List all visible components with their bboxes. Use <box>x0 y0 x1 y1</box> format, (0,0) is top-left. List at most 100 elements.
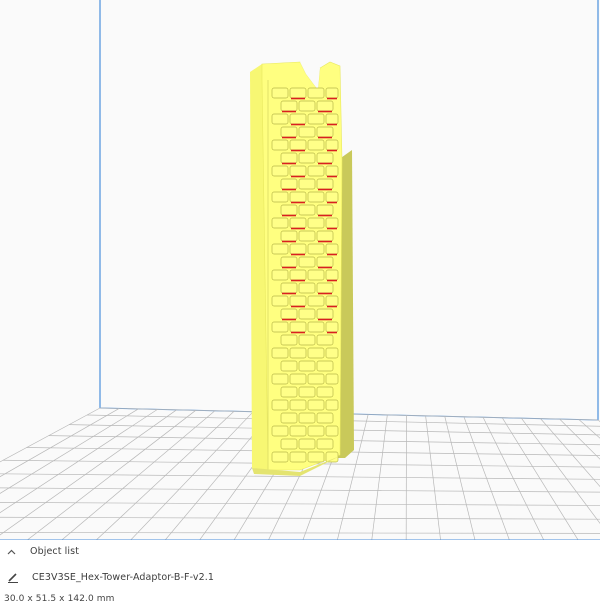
brick <box>316 100 334 112</box>
brick <box>298 152 316 164</box>
brick <box>316 256 334 268</box>
brick <box>289 165 307 177</box>
brick <box>289 295 307 307</box>
grid-line <box>425 415 442 545</box>
object-list-label: Object list <box>30 546 80 557</box>
grid-line <box>482 417 547 545</box>
brick <box>271 87 289 99</box>
pencil-icon[interactable] <box>6 570 20 584</box>
grid-line <box>578 419 600 439</box>
chevron-up-icon[interactable] <box>6 547 16 557</box>
brick <box>271 399 289 411</box>
brick <box>289 451 307 463</box>
brick <box>298 334 316 346</box>
brick <box>325 139 339 151</box>
brick <box>325 347 339 359</box>
brick <box>271 269 289 281</box>
brick <box>298 204 316 216</box>
brick <box>307 399 325 411</box>
brick <box>289 399 307 411</box>
brick <box>307 321 325 333</box>
brick <box>271 113 289 125</box>
brick <box>289 269 307 281</box>
brick <box>307 243 325 255</box>
grid-line <box>0 408 139 494</box>
brick <box>307 113 325 125</box>
grid-line <box>55 410 216 545</box>
grid-line <box>0 409 158 514</box>
brick <box>298 178 316 190</box>
brick <box>280 100 298 112</box>
grid-line <box>444 416 477 545</box>
brick <box>325 399 339 411</box>
3d-viewport[interactable] <box>0 0 600 545</box>
brick <box>307 295 325 307</box>
brick <box>325 425 339 437</box>
brick <box>280 438 298 450</box>
brick <box>316 230 334 242</box>
grid-line <box>125 411 254 545</box>
grid-line <box>521 417 600 524</box>
brick <box>325 165 339 177</box>
brick <box>307 139 325 151</box>
grid-line <box>370 414 388 545</box>
brick <box>271 243 289 255</box>
brick <box>316 360 334 372</box>
tower-model[interactable] <box>250 61 354 476</box>
brick <box>316 152 334 164</box>
brick <box>289 321 307 333</box>
brick <box>316 204 334 216</box>
brick <box>307 373 325 385</box>
brick <box>316 126 334 138</box>
brick <box>325 295 339 307</box>
brick <box>280 386 298 398</box>
brick <box>280 412 298 424</box>
brick <box>280 204 298 216</box>
brick <box>298 100 316 112</box>
brick <box>316 282 334 294</box>
brick <box>280 152 298 164</box>
brick <box>325 191 339 203</box>
brick <box>280 334 298 346</box>
grid-line <box>0 532 600 534</box>
scene-canvas[interactable] <box>0 0 600 545</box>
brick <box>316 308 334 320</box>
brick <box>325 113 339 125</box>
object-name-row[interactable]: CE3V3SE_Hex-Tower-Adaptor-B-F-v2.1 <box>6 570 214 584</box>
brick <box>307 451 325 463</box>
brick <box>289 373 307 385</box>
grid-line <box>0 408 120 478</box>
brick <box>298 230 316 242</box>
brick <box>298 256 316 268</box>
brick <box>289 113 307 125</box>
brick <box>280 282 298 294</box>
brick <box>289 139 307 151</box>
brick <box>325 373 339 385</box>
grid-line <box>0 516 600 520</box>
brick <box>325 217 339 229</box>
brick <box>271 217 289 229</box>
brick <box>280 126 298 138</box>
grid-line <box>0 502 600 506</box>
brick <box>316 438 334 450</box>
brick <box>298 412 316 424</box>
brick <box>316 178 334 190</box>
brick <box>280 230 298 242</box>
brick <box>289 191 307 203</box>
brick <box>271 139 289 151</box>
brick <box>307 87 325 99</box>
grid-line <box>501 417 582 545</box>
brick <box>325 269 339 281</box>
brick <box>289 243 307 255</box>
brick <box>307 347 325 359</box>
brick <box>298 282 316 294</box>
brick <box>271 165 289 177</box>
object-dimensions: 30.0 x 51.5 x 142.0 mm <box>4 594 115 604</box>
brick <box>271 347 289 359</box>
brick-pattern <box>271 87 339 463</box>
brick <box>271 321 289 333</box>
brick <box>325 321 339 333</box>
brick <box>271 425 289 437</box>
object-list-header[interactable]: Object list <box>6 546 79 557</box>
brick <box>298 386 316 398</box>
